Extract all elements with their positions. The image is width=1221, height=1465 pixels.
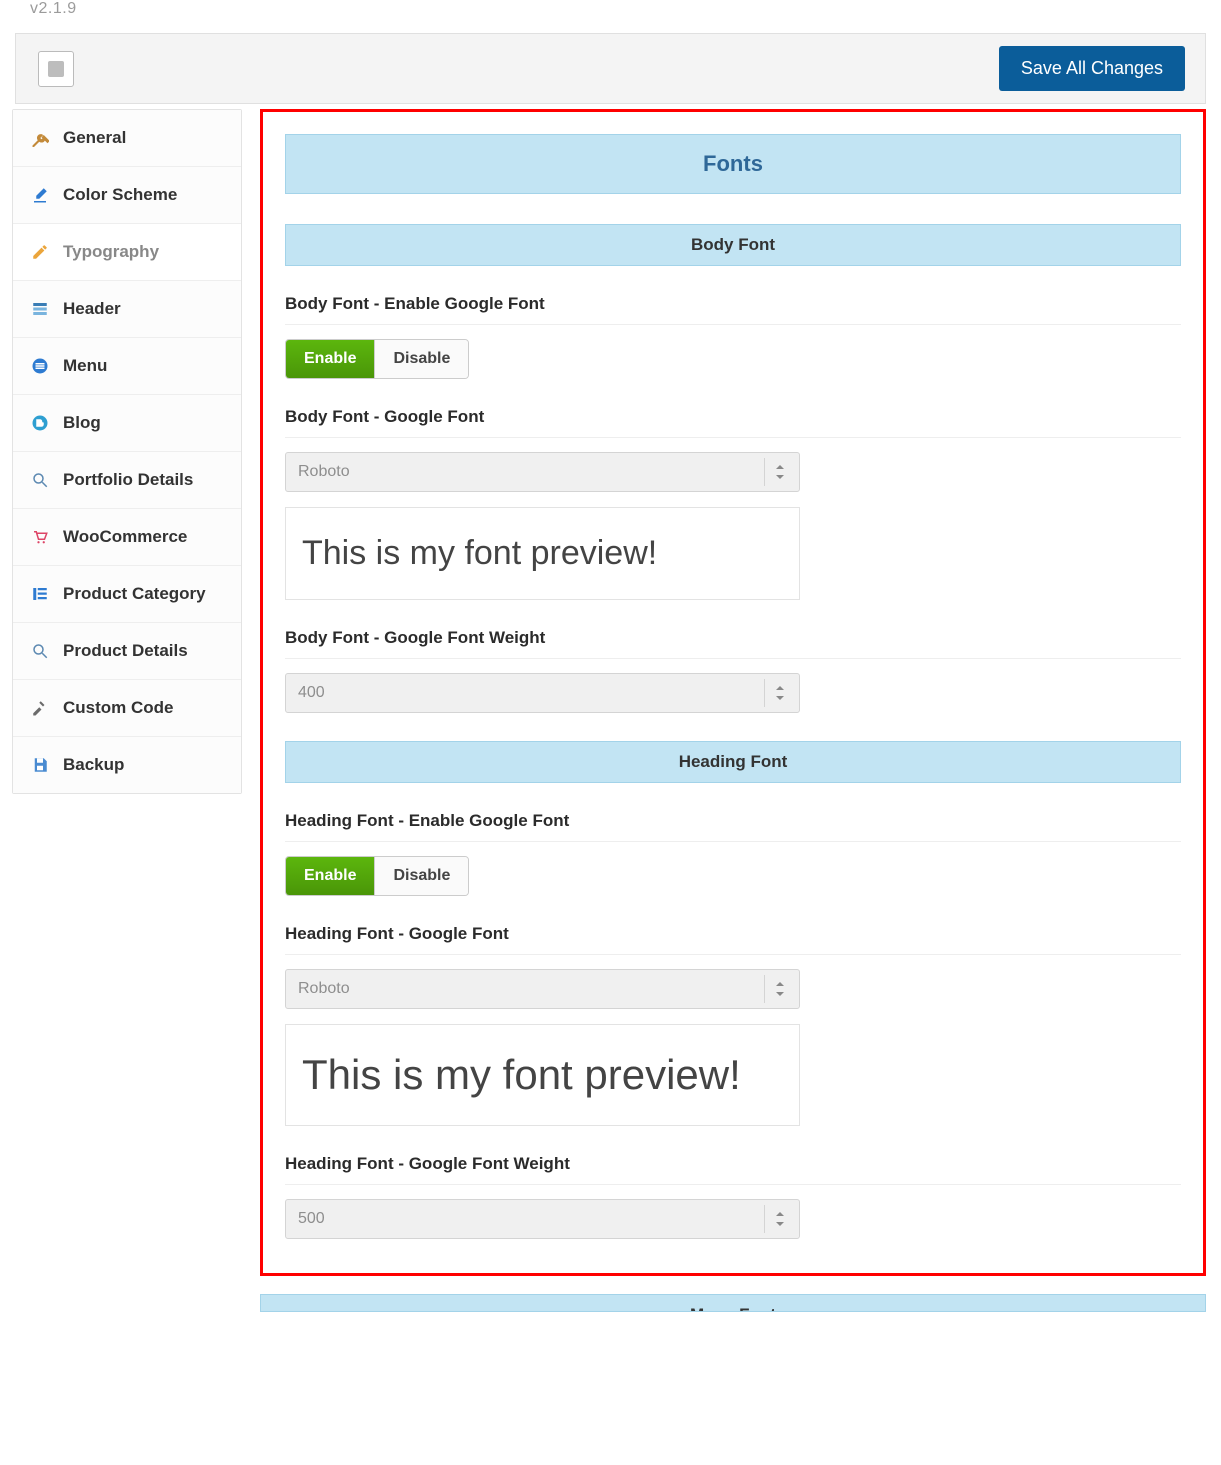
settings-panel: Fonts Body Font Body Font - Enable Googl… [260,109,1206,1276]
sidebar-item-label: Backup [63,755,124,775]
select-value: Roboto [298,463,350,480]
section-heading-heading-font: Heading Font [285,741,1181,783]
body-font-enable-toggle: Enable Disable [285,339,469,379]
sidebar-item-menu[interactable]: Menu [13,338,241,395]
magnifier-icon [31,471,49,489]
sidebar-item-label: Custom Code [63,698,174,718]
cart-icon [31,528,49,546]
panel-title: Fonts [285,134,1181,194]
select-value: 500 [298,1210,325,1227]
save-icon [31,756,49,774]
topbar: Save All Changes [15,33,1206,104]
select-value: Roboto [298,980,350,997]
version-label: v2.1.9 [0,0,1221,33]
heading-font-weight-select[interactable]: 500 [285,1199,800,1239]
field-label: Heading Font - Google Font [285,924,1181,955]
field-label: Body Font - Google Font [285,407,1181,438]
chevron-updown-icon [764,679,794,707]
magnifier-icon [31,642,49,660]
layout-icon [31,300,49,318]
disable-button[interactable]: Disable [375,340,468,378]
heading-font-select[interactable]: Roboto [285,969,800,1009]
field-label: Body Font - Enable Google Font [285,294,1181,325]
sidebar-item-color-scheme[interactable]: Color Scheme [13,167,241,224]
body-font-preview: This is my font preview! [285,507,800,600]
heading-font-preview: This is my font preview! [285,1024,800,1126]
enable-button[interactable]: Enable [286,857,375,895]
section-heading-menu-font: Menu Font [260,1294,1206,1312]
sidebar-item-label: General [63,128,126,148]
sidebar-item-label: Typography [63,242,159,262]
sidebar-item-portfolio-details[interactable]: Portfolio Details [13,452,241,509]
save-all-button[interactable]: Save All Changes [999,46,1185,91]
blog-icon [31,414,49,432]
sidebar-item-woocommerce[interactable]: WooCommerce [13,509,241,566]
tools-icon [31,129,49,147]
list-icon [31,585,49,603]
sidebar-item-blog[interactable]: Blog [13,395,241,452]
body-font-weight-select[interactable]: 400 [285,673,800,713]
sidebar-item-header[interactable]: Header [13,281,241,338]
settings-sidebar: General Color Scheme Typography Header [12,109,242,794]
sidebar-item-backup[interactable]: Backup [13,737,241,793]
sidebar-item-label: Blog [63,413,101,433]
disable-button[interactable]: Disable [375,857,468,895]
paint-icon [31,186,49,204]
sidebar-item-label: Header [63,299,121,319]
sidebar-item-custom-code[interactable]: Custom Code [13,680,241,737]
sidebar-item-product-details[interactable]: Product Details [13,623,241,680]
enable-button[interactable]: Enable [286,340,375,378]
chevron-updown-icon [764,458,794,486]
sidebar-item-label: Menu [63,356,107,376]
sidebar-item-label: Product Category [63,584,206,604]
hammer-icon [31,699,49,717]
menu-icon [31,357,49,375]
sidebar-item-label: Product Details [63,641,188,661]
sidebar-item-label: WooCommerce [63,527,187,547]
panel-collapse-button[interactable] [38,51,74,87]
chevron-updown-icon [764,975,794,1003]
sidebar-item-general[interactable]: General [13,110,241,167]
pencil-icon [31,243,49,261]
chevron-updown-icon [764,1205,794,1233]
heading-font-enable-toggle: Enable Disable [285,856,469,896]
sidebar-item-label: Color Scheme [63,185,177,205]
field-label: Heading Font - Google Font Weight [285,1154,1181,1185]
section-heading-body-font: Body Font [285,224,1181,266]
field-label: Heading Font - Enable Google Font [285,811,1181,842]
sidebar-item-typography[interactable]: Typography [13,224,241,281]
sidebar-item-label: Portfolio Details [63,470,193,490]
sidebar-item-product-category[interactable]: Product Category [13,566,241,623]
select-value: 400 [298,684,325,701]
body-font-select[interactable]: Roboto [285,452,800,492]
field-label: Body Font - Google Font Weight [285,628,1181,659]
